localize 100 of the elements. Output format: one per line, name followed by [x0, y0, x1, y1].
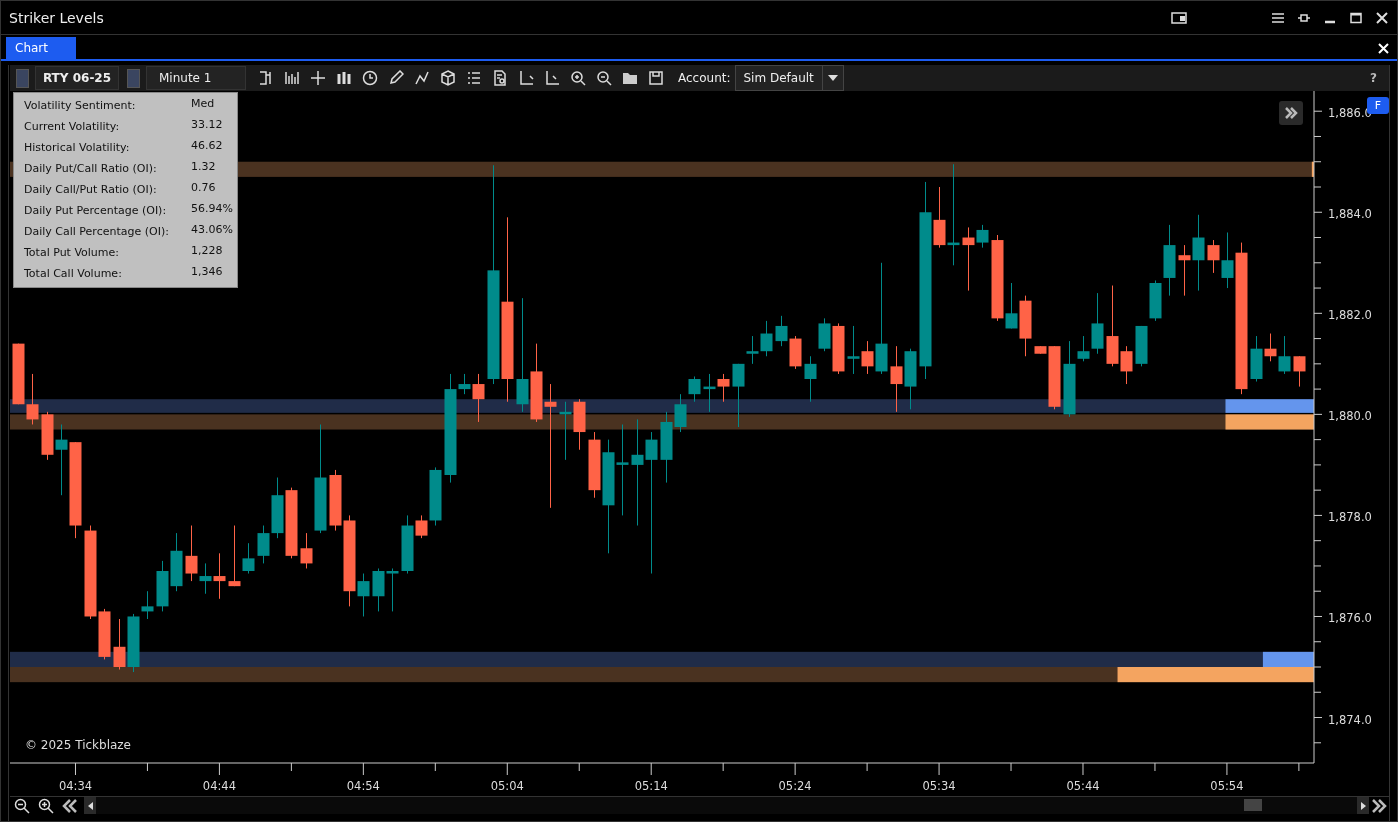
time-label: 04:54 — [346, 779, 380, 793]
bar-spacing-icon[interactable] — [284, 70, 300, 86]
document-search-icon[interactable] — [492, 70, 508, 86]
candle — [760, 320, 773, 357]
time-label: 05:54 — [1210, 779, 1244, 793]
flag-button[interactable]: F — [1367, 97, 1389, 114]
candlestick-icon[interactable] — [336, 70, 352, 86]
line-drawing-icon[interactable] — [414, 70, 430, 86]
candle — [573, 398, 586, 451]
stat-value: 1.32 — [191, 159, 217, 175]
crosshair-icon[interactable] — [310, 70, 326, 86]
candle — [12, 343, 25, 405]
stat-value: 0.76 — [191, 180, 217, 196]
candle — [1278, 335, 1291, 375]
stat-label: Historical Volatility: — [24, 140, 131, 156]
candle — [26, 373, 39, 425]
window-icon[interactable] — [1171, 11, 1187, 24]
instrument-selector[interactable]: RTY 06-25 — [35, 66, 119, 90]
interval-selector[interactable]: Minute 1 — [146, 66, 246, 90]
expand-button[interactable] — [1279, 101, 1303, 125]
scroll-thumb[interactable] — [1244, 799, 1262, 811]
scroll-left-button[interactable] — [84, 797, 96, 814]
stat-label: Volatility Sentiment: — [24, 98, 137, 114]
chart-type-icon[interactable] — [258, 70, 274, 86]
caret-right-icon — [1360, 801, 1366, 810]
maximize-icon[interactable] — [1349, 11, 1363, 24]
stat-label: Total Call Volume: — [24, 266, 123, 282]
link-swatch-icon[interactable] — [16, 68, 29, 88]
close-icon[interactable] — [1375, 11, 1389, 24]
help-link[interactable]: ? — [1370, 71, 1377, 85]
stat-value: 1,346 — [191, 264, 224, 280]
price-label: 1,884.0 — [1328, 207, 1372, 222]
stat-label: Daily Call/Put Ratio (OI): — [24, 182, 158, 198]
price-label: 1,880.0 — [1328, 409, 1372, 424]
time-label: 04:34 — [58, 779, 93, 793]
time-label: 05:34 — [922, 779, 956, 793]
caret-down-icon — [827, 75, 838, 81]
folder-icon[interactable] — [622, 70, 638, 86]
menu-icon[interactable] — [1271, 11, 1285, 24]
time-label: 04:44 — [202, 779, 236, 793]
stat-label: Daily Put/Call Ratio (OI): — [24, 161, 158, 177]
time-label: 05:44 — [1066, 779, 1100, 793]
axis-icon[interactable] — [544, 70, 560, 86]
list-icon[interactable] — [466, 70, 482, 86]
stat-value: 33.12 — [191, 117, 224, 133]
stat-label: Total Put Volume: — [24, 245, 121, 261]
stat-value: 56.94% — [191, 201, 234, 217]
pin-icon[interactable] — [1297, 11, 1311, 24]
candle — [1019, 295, 1032, 357]
candle — [372, 567, 385, 612]
candle — [156, 560, 169, 612]
stat-value: 43.06% — [191, 222, 234, 238]
candle — [890, 345, 903, 413]
window-title: Striker Levels — [9, 9, 105, 26]
candle — [285, 487, 298, 559]
caret-left-icon — [87, 801, 93, 810]
stat-value: 46.62 — [191, 138, 224, 154]
double-chevron-icon — [1284, 107, 1298, 119]
scroll-right-button[interactable] — [1357, 797, 1369, 814]
candle — [386, 567, 399, 612]
price-label: 1,878.0 — [1328, 510, 1372, 525]
candle — [170, 532, 183, 592]
zoom-in-icon[interactable] — [38, 797, 54, 814]
candle — [717, 373, 730, 403]
double-chevron-left-icon[interactable] — [62, 798, 78, 813]
candle — [775, 315, 788, 347]
link-swatch-icon[interactable] — [127, 68, 140, 88]
account-label: Account: — [678, 71, 731, 85]
cube-icon[interactable] — [440, 70, 456, 86]
price-label: 1,876.0 — [1328, 611, 1372, 626]
account-dropdown[interactable]: Sim Default — [734, 65, 844, 91]
axis-icon[interactable] — [518, 70, 534, 86]
candle — [559, 401, 572, 461]
chart-tab[interactable]: Chart — [6, 37, 76, 59]
save-icon[interactable] — [648, 70, 664, 86]
zoom-in-icon[interactable] — [570, 70, 586, 86]
stat-value: 1,228 — [191, 243, 224, 259]
price-label: 1,882.0 — [1328, 308, 1372, 323]
level-marker — [1311, 161, 1314, 177]
zoom-out-icon[interactable] — [596, 70, 612, 86]
stat-value: Med — [191, 96, 216, 112]
time-label: 05:04 — [490, 779, 524, 793]
stat-label: Daily Put Percentage (OI): — [24, 203, 168, 219]
candle — [904, 348, 917, 410]
stat-label: Daily Call Percentage (OI): — [24, 224, 170, 240]
zoom-out-icon[interactable] — [14, 797, 30, 814]
candle — [113, 618, 126, 671]
stat-label: Current Volatility: — [24, 119, 121, 135]
clock-icon[interactable] — [362, 70, 378, 86]
candle — [703, 373, 716, 413]
candle — [1293, 355, 1306, 388]
pencil-icon[interactable] — [388, 70, 404, 86]
candle — [789, 335, 802, 370]
time-label: 05:24 — [778, 779, 812, 793]
candle — [1135, 325, 1148, 367]
candle — [804, 355, 817, 403]
copyright-text: © 2025 Tickblaze — [25, 738, 131, 752]
candle — [688, 375, 701, 403]
double-chevron-right-icon[interactable] — [1369, 798, 1389, 813]
price-label: 1,874.0 — [1328, 712, 1372, 727]
